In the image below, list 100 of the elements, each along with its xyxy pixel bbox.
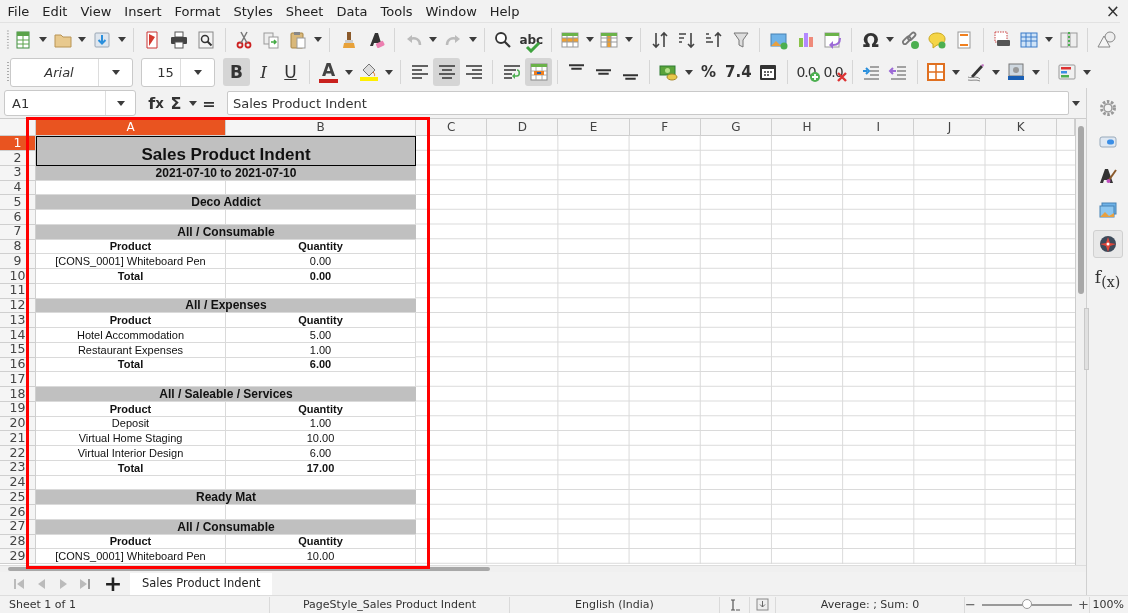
filter-icon [730,29,751,50]
number-format-button[interactable]: 7.4 [722,58,755,87]
caret-icon [111,69,120,75]
underline-button[interactable]: U [277,58,304,87]
special-character-button[interactable]: Ω [857,25,885,54]
column-heading: Product [36,313,226,329]
table-cell: Hotel Accommodation [36,328,226,343]
menu-item[interactable]: View [73,0,118,22]
menu-item[interactable]: Tools [374,0,420,22]
percent-button[interactable]: % [695,58,722,87]
column-header[interactable]: E [558,119,630,137]
column-heading: Quantity [226,313,416,329]
merge-cells-icon [528,62,549,83]
functions-button[interactable]: f$_{(x)}$ [1092,264,1123,293]
caret-icon [116,100,125,106]
caret-icon [384,69,393,75]
language: English (India) [575,598,654,612]
column-header[interactable]: C [416,119,488,137]
formula-input[interactable]: Sales Product Indent [227,91,1069,116]
delete-decimal-button[interactable]: 0.0 [819,58,847,87]
table-cell: Virtual Home Staging [36,431,226,447]
caret-icon [952,69,961,75]
merge-cells-button[interactable] [525,58,552,87]
insert-row-icon [560,29,581,50]
column-header[interactable]: I [843,119,915,137]
table-cell: 0.00 [226,254,416,270]
align-top-vertical-icon [569,64,584,71]
caret-icon [886,37,895,43]
border-color-icon [1006,62,1027,83]
menu-item[interactable]: Format [168,0,227,22]
align-center-button[interactable] [433,58,460,87]
name-box[interactable]: A1 [4,90,136,117]
column-header[interactable]: J [914,119,986,137]
font-color-button[interactable]: A [315,58,342,87]
menu-item[interactable]: Styles [226,0,280,22]
zoom-level: 100% [1092,598,1124,612]
save-icon [92,29,112,50]
column-heading: Quantity [226,401,416,417]
insert-column-icon [599,29,620,50]
menu-item[interactable]: Data [329,0,374,22]
borders-icon [926,62,947,83]
zoom-in-button[interactable]: + [1078,597,1089,613]
caret-icon [1071,100,1080,106]
font-name-field[interactable]: Arial [10,57,133,87]
italic-button[interactable]: I [250,58,277,87]
add-sheet-button[interactable]: + [100,572,126,595]
sheet-title: Sales Product Indent [36,136,416,166]
currency-icon [658,62,679,83]
pivot-table-icon [822,29,843,50]
column-heading: Product [36,239,226,255]
caret-icon [429,37,438,43]
caret-icon [468,37,477,43]
zoom-out-button[interactable]: − [965,597,976,613]
menu-item[interactable]: Insert [117,0,169,22]
column-header[interactable]: D [487,119,559,137]
table-cell: [CONS_0001] Whiteboard Pen [36,254,226,270]
total-label: Total [36,269,226,284]
group-heading: All / Saleable / Services [36,387,416,402]
vertical-scrollbar[interactable] [1075,119,1086,566]
navigator-button[interactable] [1092,230,1123,259]
sum-button[interactable]: Σ [166,90,186,117]
sidebar-handle[interactable] [1084,308,1089,371]
table-cell: 1.00 [226,342,416,358]
caret-icon [992,69,1001,75]
menu-item[interactable]: Sheet [279,0,330,22]
menu-item[interactable]: Window [419,0,484,22]
shapes-icon [1096,29,1117,50]
bold-button[interactable]: B [223,58,250,87]
column-header[interactable]: K [985,119,1057,137]
hyperlink-icon [900,29,921,50]
column-header[interactable]: F [629,119,701,137]
table-cell: 5.00 [226,328,416,343]
table-cell: Restaurant Expenses [36,342,226,358]
column-header[interactable]: H [771,119,844,137]
split-window-icon [1058,29,1079,50]
font-size-field[interactable]: 15 [141,57,215,87]
column-heading: Product [36,401,226,417]
menu-item[interactable]: File [1,0,36,22]
page-style: PageStyle_Sales Product Indent [302,598,476,612]
conditional-format-icon [1057,62,1078,83]
horizontal-scrollbar[interactable] [0,565,1086,573]
paste-icon [288,29,309,50]
menu-item[interactable]: Help [483,0,526,22]
menu-item[interactable]: Edit [35,0,74,22]
caret-icon [193,69,202,75]
column-header[interactable]: G [700,119,772,137]
formula-button[interactable]: = [199,90,219,117]
table-cell: 6.00 [226,446,416,461]
caret-icon [344,69,353,75]
align-bottom-vertical-icon [623,74,638,81]
close-button[interactable]: × [1105,1,1120,21]
caret-icon [1032,69,1041,75]
caret-icon [684,69,693,75]
caret-icon [117,37,126,43]
sheet-tab[interactable]: Sales Product Indent [130,572,273,595]
selection-summary: Average: ; Sum: 0 [820,598,920,612]
compass-icon [1097,234,1118,255]
spelling-button[interactable]: abc [516,25,546,54]
freeze-grid-icon [1019,29,1040,50]
column-heading: Product [36,534,226,550]
